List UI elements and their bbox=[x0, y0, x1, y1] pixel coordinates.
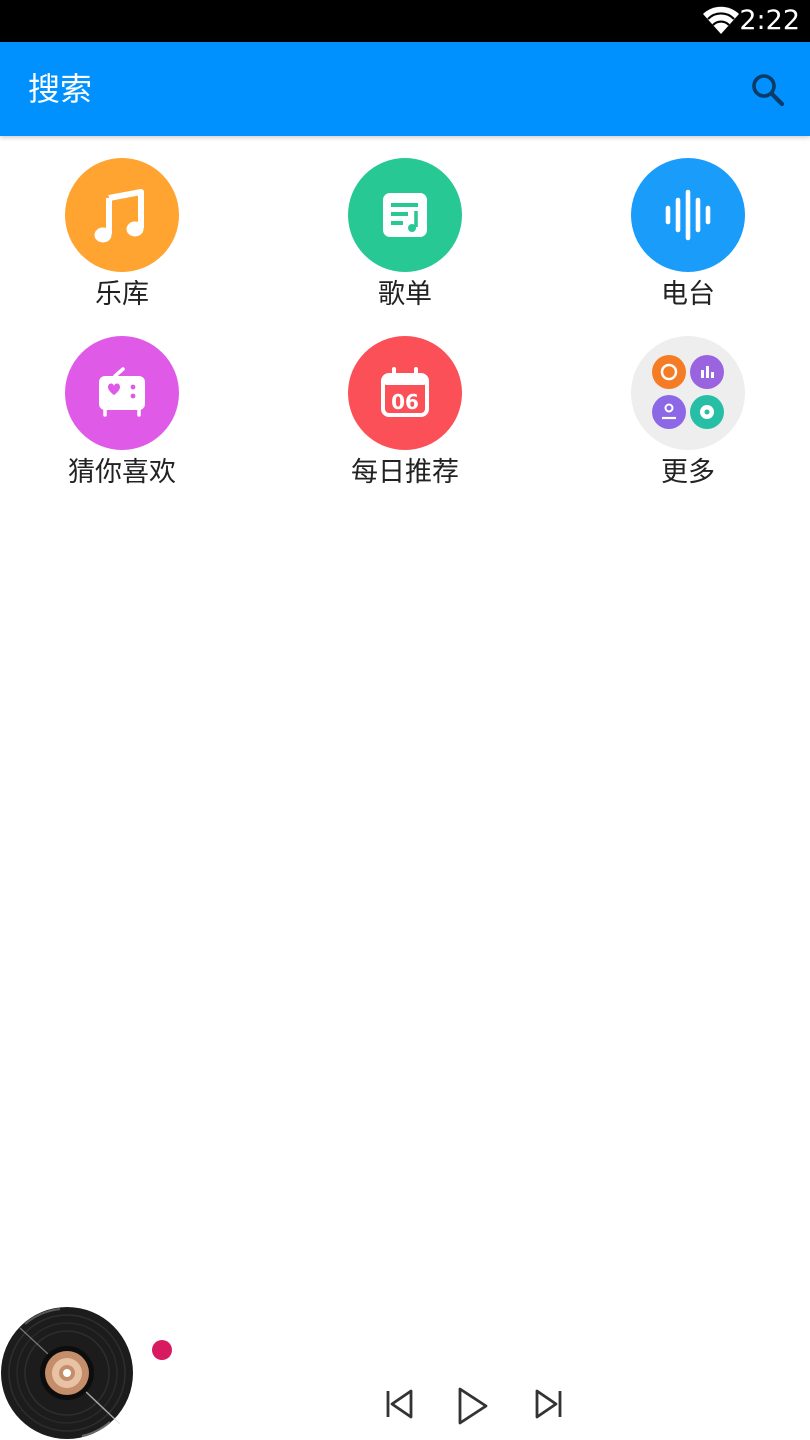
more-circle bbox=[631, 336, 745, 450]
music-library-circle bbox=[65, 158, 179, 272]
grid-item-radio[interactable]: 电台 bbox=[588, 136, 788, 310]
guess-you-like-circle bbox=[65, 336, 179, 450]
grid-label: 歌单 bbox=[378, 279, 432, 310]
sound-wave-icon bbox=[665, 189, 711, 241]
search-button[interactable] bbox=[742, 64, 794, 116]
daily-recommend-circle: 06 bbox=[348, 336, 462, 450]
grid-item-playlist[interactable]: 歌单 bbox=[305, 136, 505, 310]
playlist-circle bbox=[348, 158, 462, 272]
play-button[interactable] bbox=[453, 1386, 493, 1426]
grid-label: 乐库 bbox=[95, 279, 149, 310]
toolbar-title: 搜索 bbox=[28, 70, 93, 108]
player-bar bbox=[0, 1296, 810, 1440]
skip-next-button[interactable] bbox=[528, 1384, 568, 1424]
vinyl-record-icon[interactable] bbox=[0, 1306, 134, 1440]
grid-item-daily-recommend[interactable]: 06 每日推荐 bbox=[305, 314, 505, 488]
grid-item-music-library[interactable]: 乐库 bbox=[22, 136, 222, 310]
status-time: 2:22 bbox=[739, 5, 800, 36]
wifi-icon bbox=[703, 6, 739, 35]
playlist-icon bbox=[383, 193, 427, 237]
toolbar: 搜索 bbox=[0, 42, 810, 136]
radio-circle bbox=[631, 158, 745, 272]
playing-indicator-dot bbox=[152, 1340, 172, 1360]
music-note-icon bbox=[94, 189, 144, 243]
search-icon bbox=[752, 74, 785, 107]
skip-previous-icon bbox=[386, 1389, 413, 1419]
more-grid-icon bbox=[652, 355, 724, 429]
play-icon bbox=[458, 1387, 488, 1425]
category-grid: 乐库 歌单 电台 猜你喜欢 06 每日推荐 更多 bbox=[0, 136, 810, 496]
screen: 2:22 搜索 乐库 歌单 电台 猜你喜欢 06 每日推荐 更多 bbox=[0, 0, 810, 1440]
grid-label: 猜你喜欢 bbox=[68, 457, 176, 488]
grid-label: 每日推荐 bbox=[351, 457, 459, 488]
grid-item-guess-you-like[interactable]: 猜你喜欢 bbox=[22, 314, 222, 488]
grid-item-more[interactable]: 更多 bbox=[588, 314, 788, 488]
grid-label: 更多 bbox=[661, 457, 715, 488]
calendar-icon: 06 bbox=[381, 367, 429, 417]
calendar-day: 06 bbox=[391, 390, 419, 414]
skip-next-icon bbox=[535, 1389, 562, 1419]
skip-previous-button[interactable] bbox=[380, 1384, 420, 1424]
heart-radio-icon bbox=[99, 367, 145, 417]
grid-label: 电台 bbox=[661, 279, 715, 310]
status-bar: 2:22 bbox=[0, 0, 810, 42]
